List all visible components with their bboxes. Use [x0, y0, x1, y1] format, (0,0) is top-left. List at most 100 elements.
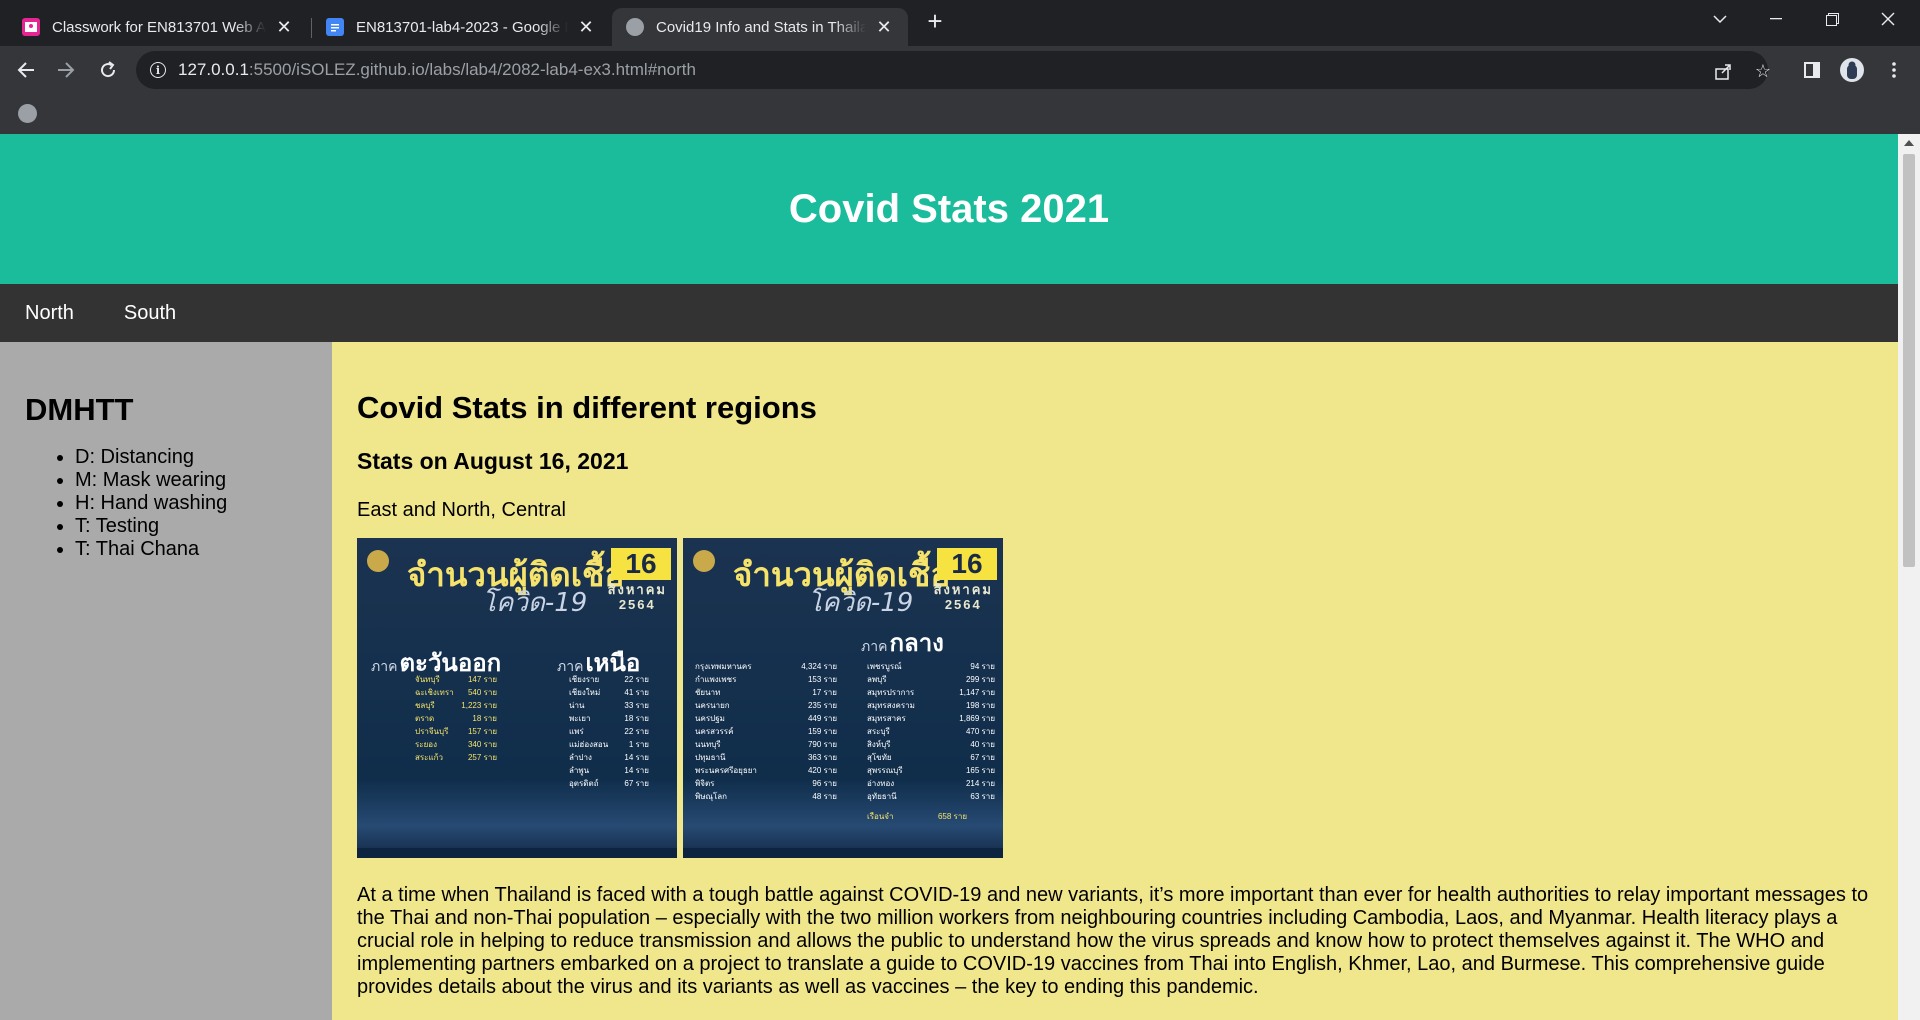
- table-row: อ่างทอง 214 ราย: [867, 777, 995, 790]
- government-seal-icon: [367, 550, 389, 572]
- case-count: 63 ราย: [970, 792, 995, 801]
- province-name: อ่างทอง: [867, 779, 895, 788]
- table-row: พระนครศรีอยุธยา 420 ราย: [695, 764, 837, 777]
- case-count: 198 ราย: [965, 701, 995, 710]
- case-count: 420 ราย: [807, 766, 837, 775]
- bookmark-star-icon[interactable]: ☆: [1753, 61, 1773, 81]
- tab-classwork[interactable]: Classwork for EN813701 Web Ap ✕: [8, 8, 308, 46]
- new-tab-icon[interactable]: +: [921, 8, 949, 36]
- list-item: H: Hand washing: [75, 492, 332, 515]
- nav-link-south[interactable]: South: [99, 284, 201, 342]
- central-table-a: กรุงเทพมหานคร 4,324 ราย กำแพงเพชร 153 ราย ชั…: [695, 660, 837, 803]
- case-count: 94 ราย: [970, 662, 995, 671]
- table-row: นครสวรรค์ 159 ราย: [695, 725, 837, 738]
- regions-text: East and North, Central: [357, 499, 566, 521]
- province-name: นครสวรรค์: [695, 727, 734, 736]
- table-row: นนทบุรี 790 ราย: [695, 738, 837, 751]
- province-name: แพร่: [569, 727, 584, 736]
- table-row: ปทุมธานี 363 ราย: [695, 751, 837, 764]
- table-row: พิษณุโลก 48 ราย: [695, 790, 837, 803]
- url-path: :5500/iSOLEZ.github.io/labs/lab4/2082-la…: [248, 60, 696, 79]
- case-count: 17 ราย: [812, 688, 837, 697]
- table-row: สมุทรสงคราม 198 ราย: [867, 699, 995, 712]
- top-nav: North South: [0, 284, 1898, 342]
- table-row: ลำปาง 14 ราย: [569, 751, 649, 764]
- close-tab-icon[interactable]: ✕: [274, 17, 294, 38]
- section-title: Covid Stats in different regions: [357, 390, 817, 425]
- profile-avatar[interactable]: [1836, 54, 1868, 86]
- case-count: 214 ราย: [965, 779, 995, 788]
- province-name: เพชรบูรณ์: [867, 662, 902, 671]
- tab-title: Covid19 Info and Stats in Thailan: [656, 18, 866, 36]
- scrollbar-thumb[interactable]: [1903, 154, 1915, 567]
- close-window-icon[interactable]: [1860, 0, 1916, 38]
- poster-month: สิงหาคม: [933, 582, 993, 597]
- case-count: 14 ราย: [624, 766, 649, 775]
- minimize-icon[interactable]: [1748, 0, 1804, 38]
- tab-strip: Classwork for EN813701 Web Ap ✕ EN813701…: [0, 0, 1920, 46]
- case-count: 790 ราย: [807, 740, 837, 749]
- close-tab-icon[interactable]: ✕: [576, 17, 596, 38]
- nav-link-north[interactable]: North: [0, 284, 99, 342]
- tab-search-chevron-icon[interactable]: [1692, 0, 1748, 38]
- province-name: สุพรรณบุรี: [867, 766, 903, 775]
- table-row: จันทบุรี 147 ราย: [415, 673, 497, 686]
- case-count: 157 ราย: [467, 727, 497, 736]
- table-row: แม่ฮ่องสอน 1 ราย: [569, 738, 649, 751]
- back-arrow-icon[interactable]: [10, 54, 42, 86]
- case-count: 165 ราย: [965, 766, 995, 775]
- region-central-label: ภาคกลาง: [861, 629, 944, 657]
- infographic-east-north: จำนวนผู้ติดเชื้อ 16 โควิด-19 สิงหาคม 2564…: [357, 538, 677, 858]
- share-icon[interactable]: [1714, 61, 1734, 81]
- scroll-up-arrow-icon[interactable]: [1904, 140, 1914, 146]
- province-name: จันทบุรี: [415, 675, 440, 684]
- forward-arrow-icon[interactable]: [50, 54, 82, 86]
- infographic-central: จำนวนผู้ติดเชื้อ 16 โควิด-19 สิงหาคม 2564…: [683, 538, 1003, 858]
- tab-covid19-info[interactable]: Covid19 Info and Stats in Thailan ✕: [612, 8, 908, 46]
- tab-title: EN813701-lab4-2023 - Google D: [356, 18, 568, 36]
- table-row: เชียงใหม่ 41 ราย: [569, 686, 649, 699]
- east-table: จันทบุรี 147 ราย ฉะเชิงเทรา 540 ราย ชลบุรี 1,…: [415, 673, 497, 764]
- address-bar[interactable]: i 127.0.0.1:5500/iSOLEZ.github.io/labs/l…: [136, 51, 1771, 89]
- list-item: T: Thai Chana: [75, 538, 332, 561]
- province-name: ปราจีนบุรี: [415, 727, 449, 736]
- table-row: อุตรดิตถ์ 67 ราย: [569, 777, 649, 790]
- reload-icon[interactable]: [92, 54, 124, 86]
- side-panel-icon[interactable]: [1796, 54, 1828, 86]
- province-name: กรุงเทพมหานคร: [695, 662, 752, 671]
- case-count: 96 ราย: [812, 779, 837, 788]
- bookmarks-bar: [0, 94, 1920, 134]
- menu-kebab-icon[interactable]: [1878, 54, 1910, 86]
- table-row: สระแก้ว 257 ราย: [415, 751, 497, 764]
- site-info-icon[interactable]: i: [150, 62, 166, 78]
- table-row: น่าน 33 ราย: [569, 699, 649, 712]
- case-count: 147 ราย: [467, 675, 497, 684]
- page-scrollbar[interactable]: [1898, 134, 1920, 1020]
- browser-toolbar: i 127.0.0.1:5500/iSOLEZ.github.io/labs/l…: [0, 46, 1920, 94]
- globe-favicon-icon: [626, 18, 644, 36]
- province-name: สระบุรี: [867, 727, 890, 736]
- case-count: 159 ราย: [807, 727, 837, 736]
- province-name: ระยอง: [415, 740, 437, 749]
- case-count: 33 ราย: [624, 701, 649, 710]
- province-name: กำแพงเพชร: [695, 675, 737, 684]
- poster-month: สิงหาคม: [607, 582, 667, 597]
- case-count: 153 ราย: [807, 675, 837, 684]
- north-table: เชียงราย 22 ราย เชียงใหม่ 41 ราย น่าน 33 รายพ…: [569, 673, 649, 790]
- restore-icon[interactable]: [1804, 0, 1860, 38]
- table-row: ลพบุรี 299 ราย: [867, 673, 995, 686]
- government-seal-icon: [693, 550, 715, 572]
- table-row: ชลบุรี 1,223 ราย: [415, 699, 497, 712]
- table-row: นครนายก 235 ราย: [695, 699, 837, 712]
- case-count: 18 ราย: [472, 714, 497, 723]
- globe-bookmark-icon[interactable]: [18, 104, 37, 123]
- tab-google-doc[interactable]: EN813701-lab4-2023 - Google D ✕: [312, 8, 610, 46]
- province-name: ลำพูน: [569, 766, 590, 775]
- close-tab-icon[interactable]: ✕: [874, 17, 894, 38]
- province-name: ลพบุรี: [867, 675, 887, 684]
- case-count: 540 ราย: [467, 688, 497, 697]
- central-table-b: เพชรบูรณ์ 94 ราย ลพบุรี 299 ราย สมุทรปราการ 1…: [867, 660, 995, 803]
- province-name: นนทบุรี: [695, 740, 721, 749]
- poster-year: 2564: [944, 597, 982, 612]
- page-title: Covid Stats 2021: [788, 186, 1110, 231]
